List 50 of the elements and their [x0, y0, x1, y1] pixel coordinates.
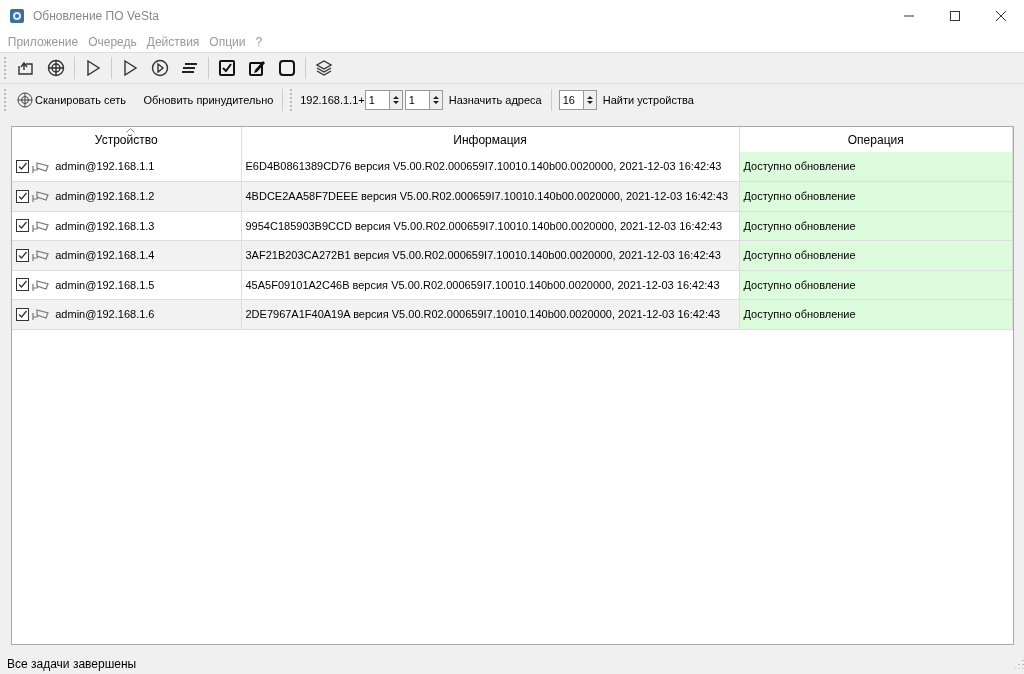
row-checkbox[interactable] [16, 248, 29, 262]
row-checkbox[interactable] [16, 160, 29, 173]
up-down-arrows-icon [392, 95, 399, 105]
row-checkbox[interactable] [16, 278, 29, 292]
info-cell: 3AF21B203CA272B1 версия V5.00.R02.000659I7.10010.140b00.0020000, 2021-12-03 16:42:43 [241, 240, 739, 270]
info-cell: E6D4B0861389CD76 версия V5.00.R02.000659I7.10010.140b00.0020000, 2021-12-03 16:42:43 [241, 152, 739, 182]
globe-icon [17, 92, 33, 108]
operation-cell: Доступно обновление [739, 181, 1013, 211]
number-field[interactable]: 1 [404, 90, 429, 110]
force-update-button[interactable]: Обновить принудительно [137, 89, 280, 111]
camera-icon [31, 159, 50, 174]
number-field[interactable]: 1 [364, 90, 389, 110]
info-cell: 4BDCE2AA58F7DEEE версия V5.00.R02.000659I7.10010.140b00.0020000, 2021-12-03 16:42:43 [241, 181, 739, 211]
row-checkbox[interactable] [16, 189, 29, 203]
column-header[interactable]: Информация [241, 127, 739, 152]
assign-addresses-button[interactable]: Назначить адреса [442, 89, 548, 111]
device-name: admin@192.168.1.1 [55, 159, 155, 175]
camera-icon [31, 248, 50, 263]
row-checkbox[interactable] [16, 219, 29, 233]
up-down-arrows-icon [586, 95, 593, 105]
up-down-arrows-icon [432, 95, 439, 105]
info-cell: 9954C185903B9CCD версия V5.00.R02.000659I7.10010.140b00.0020000, 2021-12-03 16:42:43 [241, 211, 739, 241]
scan-button[interactable]: Сканировать сеть [11, 89, 132, 111]
operation-cell: Доступно обновление [739, 152, 1013, 182]
device-name: admin@192.168.1.4 [55, 248, 155, 263]
camera-icon [31, 218, 50, 233]
maximize-icon [949, 9, 961, 22]
operation-cell: Доступно обновление [739, 270, 1013, 300]
row-checkbox[interactable] [16, 307, 29, 321]
operation-cell: Доступно обновление [739, 299, 1013, 329]
find-devices-button[interactable]: Найти устройства [596, 89, 700, 111]
close-icon [995, 9, 1007, 22]
camera-icon [31, 277, 50, 292]
device-name: admin@192.168.1.2 [55, 189, 155, 204]
info-cell: 45A5F09101A2C46B версия V5.00.R02.000659I7.10010.140b00.0020000, 2021-12-03 16:42:43 [241, 270, 739, 300]
column-header[interactable]: Устройство [12, 127, 241, 152]
window-title: Обновление ПО VeSta [33, 7, 160, 25]
operation-cell: Доступно обновление [739, 211, 1013, 241]
resize-grip-icon [1014, 659, 1024, 669]
ip-prefix-label: 192.168.1.1+ [300, 92, 365, 108]
info-cell: 2DE7967A1F40A19A версия V5.00.R02.000659I7.10010.140b00.0020000, 2021-12-03 16:42:43 [241, 299, 739, 329]
device-name: admin@192.168.1.6 [55, 307, 155, 322]
app-icon [9, 7, 25, 24]
camera-icon [31, 307, 50, 322]
device-name: admin@192.168.1.3 [55, 218, 155, 234]
camera-icon [31, 189, 50, 204]
operation-cell: Доступно обновление [739, 240, 1013, 270]
device-name: admin@192.168.1.5 [55, 277, 155, 293]
status-text: Все задачи завершены [7, 656, 137, 673]
number-field[interactable]: 16 [558, 90, 583, 110]
